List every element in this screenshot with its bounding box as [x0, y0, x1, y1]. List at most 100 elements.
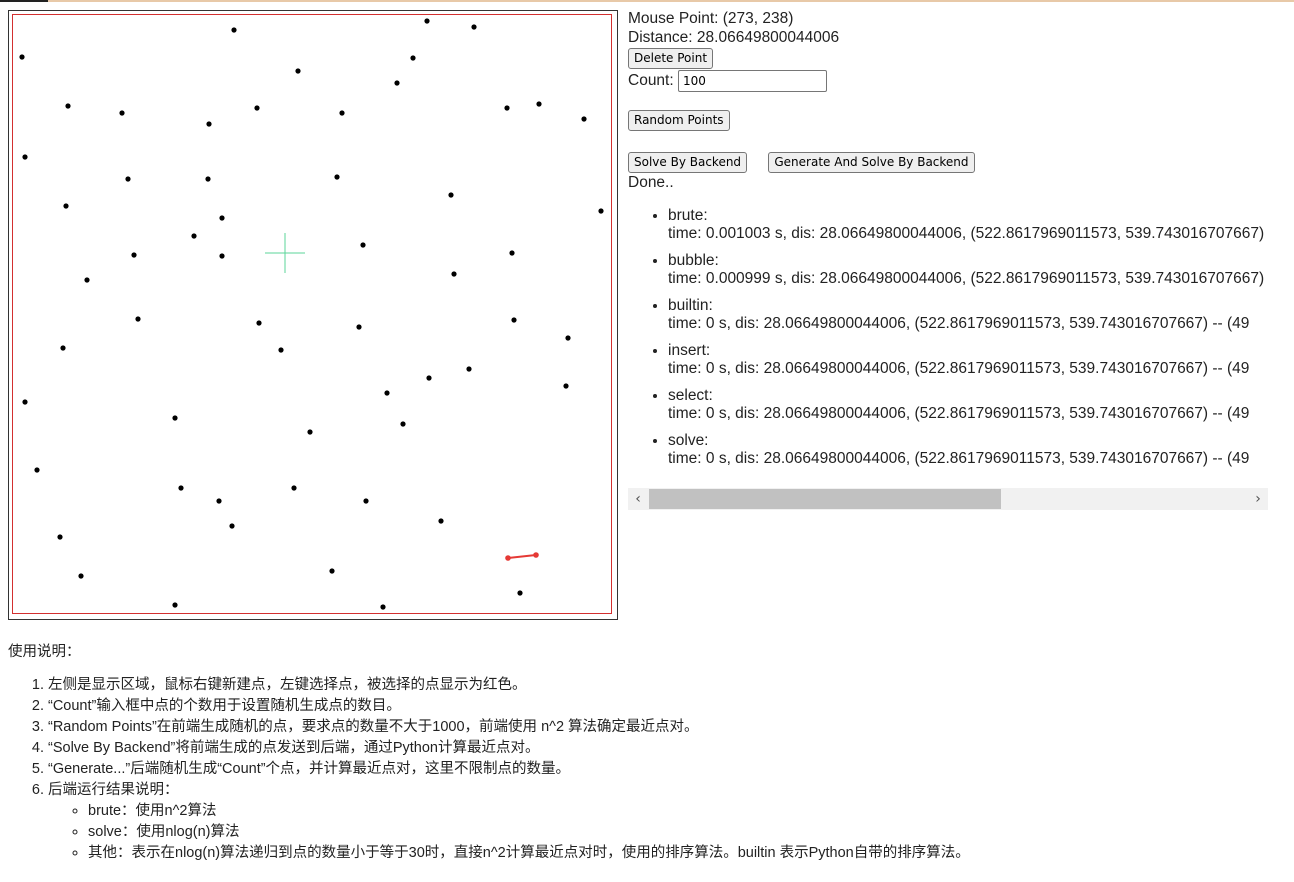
point[interactable]	[394, 80, 400, 86]
control-panel: Mouse Point: (273, 238) Distance: 28.066…	[628, 10, 1268, 193]
usage-instructions: 使用说明： 左侧是显示区域，鼠标右键新建点，左键选择点，被选择的点显示为红色。 …	[8, 640, 1278, 864]
point[interactable]	[125, 176, 131, 182]
point[interactable]	[448, 192, 454, 198]
usage-list: 左侧是显示区域，鼠标右键新建点，左键选择点，被选择的点显示为红色。 “Count…	[8, 675, 1278, 864]
point[interactable]	[19, 54, 25, 60]
chevron-left-icon[interactable]: ‹	[628, 488, 648, 510]
point[interactable]	[131, 252, 137, 258]
point[interactable]	[536, 101, 542, 107]
results-horizontal-scrollbar[interactable]: ‹ ›	[628, 488, 1268, 510]
point[interactable]	[135, 316, 141, 322]
point[interactable]	[219, 215, 225, 221]
point[interactable]	[424, 18, 430, 24]
point[interactable]	[471, 24, 477, 30]
generate-and-solve-button[interactable]: Generate And Solve By Backend	[768, 152, 975, 173]
result-item-solve: solve: time: 0 s, dis: 28.06649800044006…	[668, 432, 1268, 468]
mouse-point-readout: Mouse Point: (273, 238)	[628, 10, 794, 27]
point[interactable]	[363, 498, 369, 504]
point[interactable]	[511, 317, 517, 323]
result-detail: time: 0.001003 s, dis: 28.06649800044006…	[668, 225, 1268, 242]
usage-item: “Generate...”后端随机生成“Count”个点，并计算最近点对，这里不…	[48, 759, 1278, 780]
result-detail: time: 0 s, dis: 28.06649800044006, (522.…	[668, 360, 1250, 377]
point[interactable]	[57, 534, 63, 540]
point[interactable]	[438, 518, 444, 524]
point[interactable]	[466, 366, 472, 372]
result-name: brute:	[668, 207, 708, 224]
point[interactable]	[451, 271, 457, 277]
canvas-svg[interactable]	[8, 10, 618, 620]
point[interactable]	[581, 116, 587, 122]
point[interactable]	[410, 55, 416, 61]
point[interactable]	[231, 27, 237, 33]
usage-subitem: solve：使用nlog(n)算法	[88, 822, 1278, 843]
point[interactable]	[329, 568, 335, 574]
results-panel: brute: time: 0.001003 s, dis: 28.0664980…	[628, 198, 1268, 488]
point[interactable]	[78, 573, 84, 579]
point[interactable]	[278, 347, 284, 353]
usage-item: “Count”输入框中点的个数用于设置随机生成点的数目。	[48, 696, 1278, 717]
point[interactable]	[34, 467, 40, 473]
random-points-button[interactable]: Random Points	[628, 110, 730, 131]
usage-subitem: 其他：表示在nlog(n)算法递归到点的数量小于等于30时，直接n^2计算最近点…	[88, 843, 1278, 864]
result-item-select: select: time: 0 s, dis: 28.0664980004400…	[668, 387, 1268, 423]
usage-sublist: brute：使用n^2算法 solve：使用nlog(n)算法 其他：表示在nl…	[48, 801, 1278, 864]
point[interactable]	[84, 277, 90, 283]
point[interactable]	[504, 105, 510, 111]
selected-point[interactable]	[505, 555, 511, 561]
point[interactable]	[216, 498, 222, 504]
point[interactable]	[291, 485, 297, 491]
usage-item: “Solve By Backend”将前端生成的点发送到后端，通过Python计…	[48, 738, 1278, 759]
usage-subitem: brute：使用n^2算法	[88, 801, 1278, 822]
usage-item-text: 后端运行结果说明：	[48, 782, 179, 798]
point[interactable]	[172, 602, 178, 608]
drawing-canvas[interactable]	[8, 10, 618, 620]
results-list: brute: time: 0.001003 s, dis: 28.0664980…	[628, 207, 1268, 468]
point[interactable]	[339, 110, 345, 116]
scrollbar-thumb[interactable]	[649, 489, 1001, 509]
result-detail: time: 0 s, dis: 28.06649800044006, (522.…	[668, 405, 1250, 422]
point[interactable]	[219, 253, 225, 259]
point[interactable]	[426, 375, 432, 381]
point[interactable]	[254, 105, 260, 111]
point[interactable]	[295, 68, 301, 74]
point[interactable]	[307, 429, 313, 435]
result-detail: time: 0.000999 s, dis: 28.06649800044006…	[668, 270, 1268, 287]
point[interactable]	[517, 590, 523, 596]
usage-title: 使用说明：	[8, 644, 81, 660]
point[interactable]	[63, 203, 69, 209]
point[interactable]	[206, 121, 212, 127]
point[interactable]	[360, 242, 366, 248]
point[interactable]	[60, 345, 66, 351]
point[interactable]	[356, 324, 362, 330]
point[interactable]	[384, 390, 390, 396]
result-name: select:	[668, 387, 713, 404]
point[interactable]	[172, 415, 178, 421]
count-input[interactable]	[677, 70, 827, 92]
count-label: Count:	[628, 72, 674, 90]
point[interactable]	[509, 250, 515, 256]
solve-by-backend-button[interactable]: Solve By Backend	[628, 152, 748, 173]
result-item-brute: brute: time: 0.001003 s, dis: 28.0664980…	[668, 207, 1268, 243]
status-text: Done..	[628, 174, 674, 191]
point[interactable]	[22, 154, 28, 160]
point[interactable]	[598, 208, 604, 214]
chevron-right-icon[interactable]: ›	[1248, 488, 1268, 510]
point[interactable]	[178, 485, 184, 491]
point[interactable]	[565, 335, 571, 341]
delete-point-button[interactable]: Delete Point	[628, 48, 714, 69]
point[interactable]	[191, 233, 197, 239]
canvas-outer-border	[8, 10, 618, 620]
point[interactable]	[334, 174, 340, 180]
window-top-border	[0, 0, 1294, 2]
point[interactable]	[400, 421, 406, 427]
point[interactable]	[229, 523, 235, 529]
point[interactable]	[119, 110, 125, 116]
point[interactable]	[65, 103, 71, 109]
point[interactable]	[380, 604, 386, 610]
distance-readout: Distance: 28.06649800044006	[628, 28, 840, 46]
point[interactable]	[22, 399, 28, 405]
selected-point[interactable]	[533, 552, 539, 558]
point[interactable]	[205, 176, 211, 182]
point[interactable]	[256, 320, 262, 326]
point[interactable]	[563, 383, 569, 389]
